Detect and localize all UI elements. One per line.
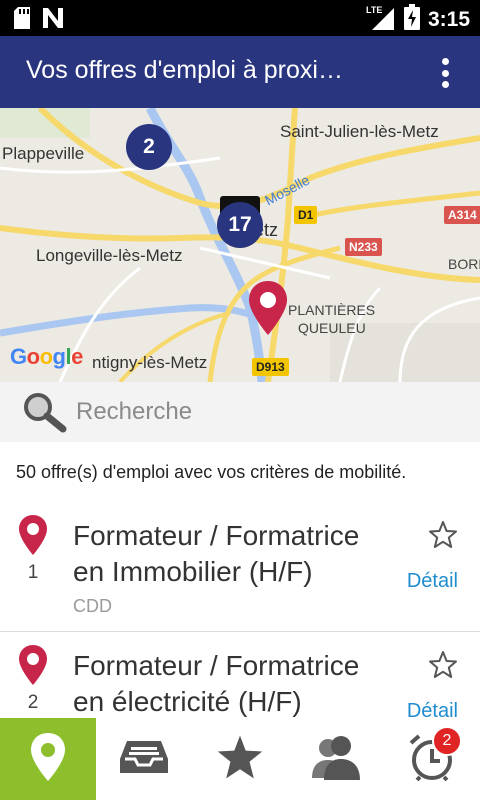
- map-pin-icon: [30, 732, 66, 787]
- battery-charging-icon: [403, 4, 420, 35]
- job-number: 2: [27, 692, 39, 713]
- sd-card-icon: [14, 7, 32, 34]
- road-badge-n233: N233: [345, 238, 382, 256]
- tab-alerts[interactable]: 2: [384, 718, 480, 800]
- detail-link[interactable]: Détail: [407, 570, 458, 593]
- status-bar: LTE 3:15: [0, 0, 480, 36]
- map-view[interactable]: Plappeville Saint-Julien-lès-Metz Longev…: [0, 108, 480, 382]
- inbox-icon: [119, 739, 169, 780]
- road-badge-d1: D1: [294, 206, 318, 224]
- search-input[interactable]: Recherche: [76, 398, 192, 426]
- favorite-star-icon[interactable]: [428, 520, 458, 555]
- google-logo: Google: [10, 344, 83, 369]
- favorite-star-icon[interactable]: [428, 650, 458, 685]
- map-pin-icon: [18, 644, 48, 691]
- n-notification-icon: [42, 7, 64, 34]
- map-cluster-marker[interactable]: 2: [126, 124, 172, 170]
- tab-contacts[interactable]: [288, 718, 384, 800]
- list-divider: [0, 631, 480, 632]
- job-number: 1: [27, 562, 39, 583]
- star-icon: [216, 734, 264, 785]
- results-summary: 50 offre(s) d'emploi avec vos critères d…: [16, 462, 407, 482]
- map-label-longeville: Longeville-lès-Metz: [36, 246, 183, 265]
- clock: 3:15: [427, 7, 470, 31]
- search-bar[interactable]: Recherche: [0, 382, 480, 442]
- detail-link[interactable]: Détail: [407, 700, 458, 718]
- map-label-plappeville: Plappeville: [2, 144, 85, 163]
- map-label-montigny: ntigny-lès-Metz: [92, 353, 208, 372]
- road-badge-d913: D913: [252, 358, 289, 376]
- map-label-borny: BORN: [448, 256, 480, 272]
- map-pin-icon: [18, 514, 48, 561]
- tab-map[interactable]: [0, 718, 96, 800]
- bottom-navigation: 2: [0, 718, 480, 800]
- page-title: Vos offres d'emploi à proxi…: [26, 56, 343, 84]
- map-label-plantieres: PLANTIÈRES: [288, 302, 376, 318]
- job-title[interactable]: Formateur / Formatrice en Immobilier (H/…: [73, 518, 393, 590]
- notification-badge: 2: [432, 726, 462, 756]
- overflow-menu-icon[interactable]: [442, 58, 452, 88]
- contacts-icon: [308, 734, 364, 785]
- app-bar: Vos offres d'emploi à proxi…: [0, 36, 480, 108]
- tab-inbox[interactable]: [96, 718, 192, 800]
- map-cluster-marker[interactable]: 17: [217, 202, 263, 248]
- road-badge-a314: A314: [444, 206, 480, 224]
- lte-signal-icon: LTE: [366, 4, 396, 35]
- tab-favorites[interactable]: [192, 718, 288, 800]
- map-label-queuleu: QUEULEU: [298, 320, 366, 336]
- svg-text:LTE: LTE: [366, 5, 382, 15]
- job-title[interactable]: Formateur / Formatrice en électricité (H…: [73, 648, 393, 718]
- job-contract-type: CDD: [73, 596, 112, 616]
- map-label-saint-julien: Saint-Julien-lès-Metz: [280, 122, 439, 141]
- list-item[interactable]: 2 Formateur / Formatrice en électricité …: [0, 644, 480, 718]
- search-icon[interactable]: [22, 391, 68, 438]
